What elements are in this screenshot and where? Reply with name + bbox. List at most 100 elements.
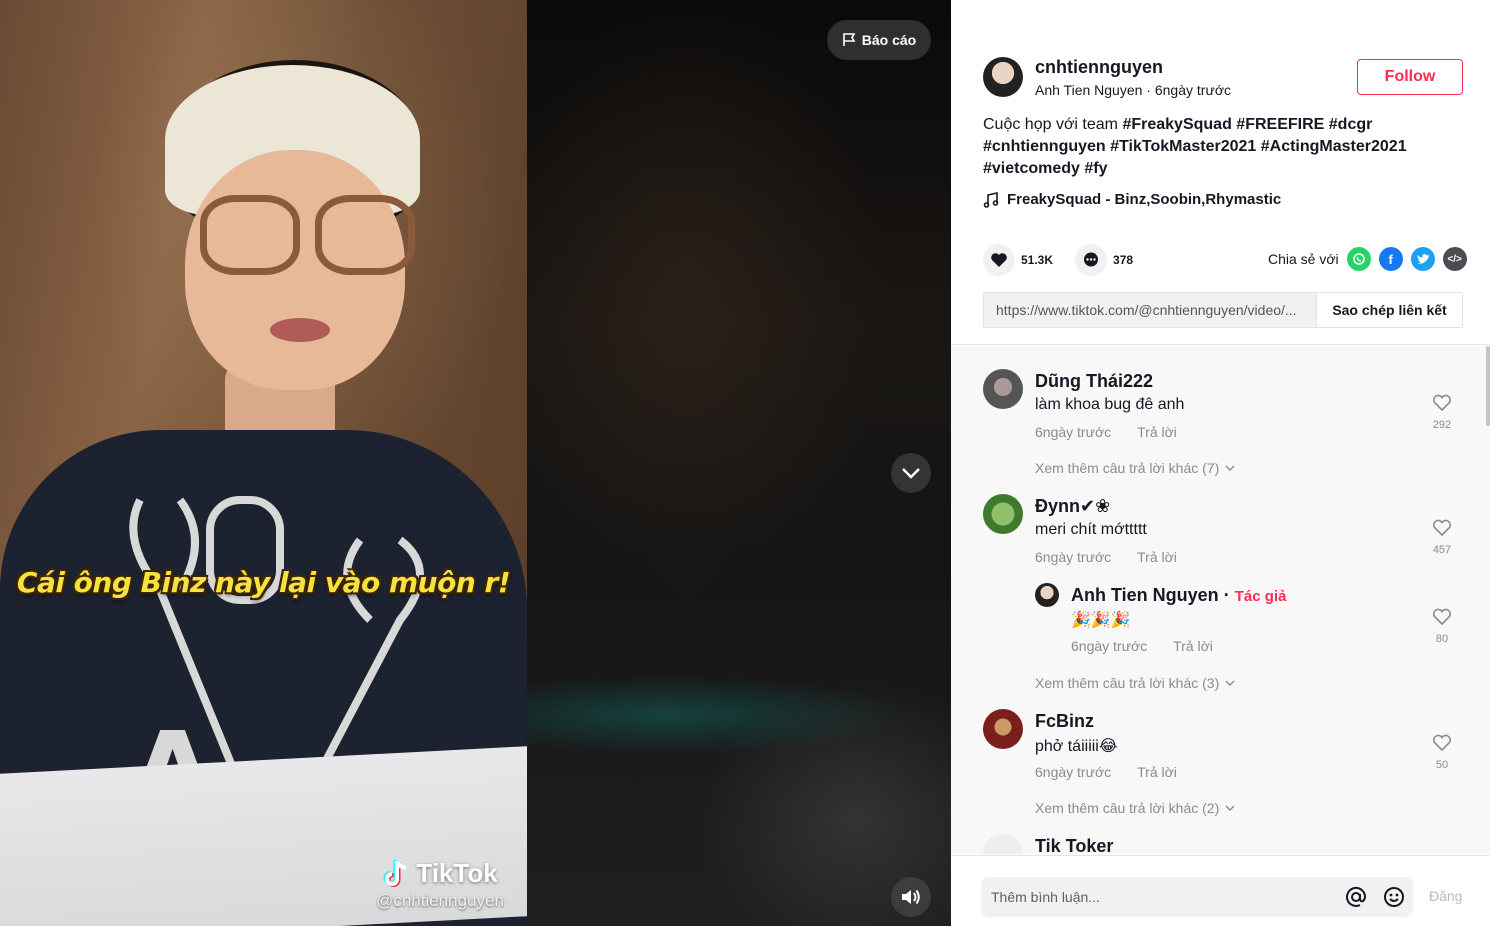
comment-input[interactable]: Thêm bình luận... xyxy=(981,877,1413,917)
whatsapp-icon[interactable] xyxy=(1346,247,1371,271)
hashtag-link[interactable]: #FreakySquad xyxy=(1122,116,1231,133)
comment-like[interactable]: 292 xyxy=(1429,394,1455,431)
hashtag-link[interactable]: #ActingMaster2021 xyxy=(1261,138,1407,155)
music-link[interactable]: FreakySquad - Binz,Soobin,Rhymastic xyxy=(983,191,1281,208)
reply-time: 6ngày trước xyxy=(1071,638,1148,654)
view-more-replies[interactable]: Xem thêm câu trả lời khác (7) xyxy=(1035,460,1235,476)
view-more-replies-label: Xem thêm câu trả lời khác (2) xyxy=(1035,800,1220,816)
commenter-name[interactable]: Dũng Thái222 xyxy=(1035,371,1153,392)
view-more-replies[interactable]: Xem thêm câu trả lời khác (2) xyxy=(1035,800,1235,816)
video-caption-overlay: Cái ông Binz này lại vào muộn r! xyxy=(16,566,511,599)
heart-outline-icon xyxy=(1432,608,1452,626)
comment-text: meri chít mớttttt xyxy=(1035,521,1147,538)
reply-button[interactable]: Trả lời xyxy=(1137,424,1177,440)
author-avatar[interactable] xyxy=(983,57,1023,97)
author-meta: Anh Tien Nguyen · 6ngày trước xyxy=(1035,82,1231,98)
commenter-avatar[interactable] xyxy=(983,369,1023,409)
comment-time: 6ngày trước xyxy=(1035,764,1112,780)
comment-like[interactable]: 50 xyxy=(1429,734,1455,771)
reply-button[interactable]: Trả lời xyxy=(1173,638,1213,654)
comment-time: 6ngày trước xyxy=(1035,424,1112,440)
video-player[interactable]: A Cái ông Binz này lại vào muộn r! TikTo… xyxy=(0,0,951,926)
report-label: Báo cáo xyxy=(861,32,917,48)
commenter-avatar[interactable] xyxy=(983,709,1023,749)
at-icon[interactable] xyxy=(1337,886,1375,908)
commenter-name[interactable]: Tik Toker xyxy=(1035,836,1113,854)
author-username[interactable]: cnhtiennguyen xyxy=(1035,57,1163,78)
reply-text: 🎉🎉🎉 xyxy=(1071,612,1131,629)
tiktok-watermark: TikTok @cnhtiennguyen xyxy=(360,858,520,911)
like-button[interactable] xyxy=(983,244,1015,276)
video-person-mouth xyxy=(270,318,330,342)
reply-like[interactable]: 80 xyxy=(1429,608,1455,645)
comment-composer: Thêm bình luận... Đăng xyxy=(951,855,1490,926)
commenter-name[interactable]: Đynn✔❀ xyxy=(1035,496,1110,517)
reply-meta: 6ngày trước Trả lời xyxy=(1071,638,1213,654)
video-glasses-right xyxy=(315,195,415,275)
details-panel: cnhtiennguyen Anh Tien Nguyen · 6ngày tr… xyxy=(951,0,1490,926)
facebook-icon[interactable]: f xyxy=(1378,247,1403,271)
hashtag-link[interactable]: #cnhtiennguyen xyxy=(983,138,1106,155)
next-video-button[interactable] xyxy=(891,453,931,493)
comment-list[interactable]: Dũng Thái222 làm khoa bug đê anh 6ngày t… xyxy=(951,346,1490,854)
video-blurred-background xyxy=(527,0,951,926)
volume-button[interactable] xyxy=(891,877,931,917)
report-button[interactable]: Báo cáo xyxy=(827,20,931,60)
comment-text: phở táiiiii😂 xyxy=(1035,738,1118,755)
commenter-avatar[interactable] xyxy=(983,494,1023,534)
speaker-icon xyxy=(902,889,920,905)
reply-like-count: 80 xyxy=(1435,633,1449,645)
chevron-down-icon xyxy=(1225,465,1235,471)
chevron-down-icon xyxy=(1225,680,1235,686)
view-more-replies[interactable]: Xem thêm câu trả lời khác (3) xyxy=(1035,675,1235,691)
copy-link-button[interactable]: Sao chép liên kết xyxy=(1316,293,1462,327)
reply-author: Anh Tien Nguyen · Tác giả xyxy=(1071,585,1286,606)
hashtag-link[interactable]: #FREEFIRE xyxy=(1236,116,1324,133)
commenter-name[interactable]: FcBinz xyxy=(1035,711,1094,732)
tiktok-logo-icon xyxy=(383,859,407,887)
author-badge: Tác giả xyxy=(1234,588,1287,605)
reply-avatar[interactable] xyxy=(1035,583,1059,607)
post-comment-button[interactable]: Đăng xyxy=(1429,888,1462,904)
share-label: Chia sẻ với xyxy=(1268,251,1339,267)
video-frame[interactable]: A Cái ông Binz này lại vào muộn r! TikTo… xyxy=(0,0,527,926)
meta-separator: · xyxy=(1142,82,1155,98)
commenter-avatar[interactable] xyxy=(983,834,1023,854)
emoji-icon[interactable] xyxy=(1375,886,1413,908)
hashtag-link[interactable]: #TikTokMaster2021 xyxy=(1110,138,1256,155)
comment-meta: 6ngày trước Trả lời xyxy=(1035,549,1177,565)
post-time: 6ngày trước xyxy=(1154,82,1231,98)
view-more-replies-label: Xem thêm câu trả lời khác (7) xyxy=(1035,460,1220,476)
hashtag-link[interactable]: #dcgr xyxy=(1329,116,1373,133)
follow-button[interactable]: Follow xyxy=(1357,59,1463,95)
flag-icon xyxy=(842,33,856,46)
reply-button[interactable]: Trả lời xyxy=(1137,549,1177,565)
embed-icon[interactable]: </> xyxy=(1442,247,1467,271)
watermark-logo-text: TikTok xyxy=(416,858,498,888)
reply-name[interactable]: Anh Tien Nguyen xyxy=(1071,585,1219,605)
comment-placeholder: Thêm bình luận... xyxy=(991,889,1100,905)
comment-like[interactable]: 457 xyxy=(1429,519,1455,556)
comment-button[interactable] xyxy=(1075,244,1108,276)
video-info-header: cnhtiennguyen Anh Tien Nguyen · 6ngày tr… xyxy=(951,0,1490,345)
video-url[interactable]: https://www.tiktok.com/@cnhtiennguyen/vi… xyxy=(984,302,1316,318)
heart-outline-icon xyxy=(1432,519,1452,537)
comment-like-count: 292 xyxy=(1432,419,1452,431)
scrollbar-thumb[interactable] xyxy=(1486,346,1490,426)
reply-separator: · xyxy=(1218,585,1235,605)
video-description: Cuộc họp với team #FreakySquad #FREEFIRE… xyxy=(983,114,1453,180)
comment-text: làm khoa bug đê anh xyxy=(1035,396,1185,413)
twitter-icon[interactable] xyxy=(1410,247,1435,271)
reply-button[interactable]: Trả lời xyxy=(1137,764,1177,780)
hashtag-link[interactable]: #fy xyxy=(1084,160,1107,177)
chevron-down-icon xyxy=(902,468,920,479)
hashtag-link[interactable]: #vietcomedy xyxy=(983,160,1080,177)
watermark-handle: @cnhtiennguyen xyxy=(376,891,504,910)
heart-outline-icon xyxy=(1432,734,1452,752)
comments-scrollbar[interactable] xyxy=(1485,346,1490,854)
author-display-name[interactable]: Anh Tien Nguyen xyxy=(1035,82,1142,98)
comment-time: 6ngày trước xyxy=(1035,549,1112,565)
engagement-stats: 51.3K 378 xyxy=(983,244,1155,276)
view-more-replies-label: Xem thêm câu trả lời khác (3) xyxy=(1035,675,1220,691)
comment-count: 378 xyxy=(1113,253,1134,267)
